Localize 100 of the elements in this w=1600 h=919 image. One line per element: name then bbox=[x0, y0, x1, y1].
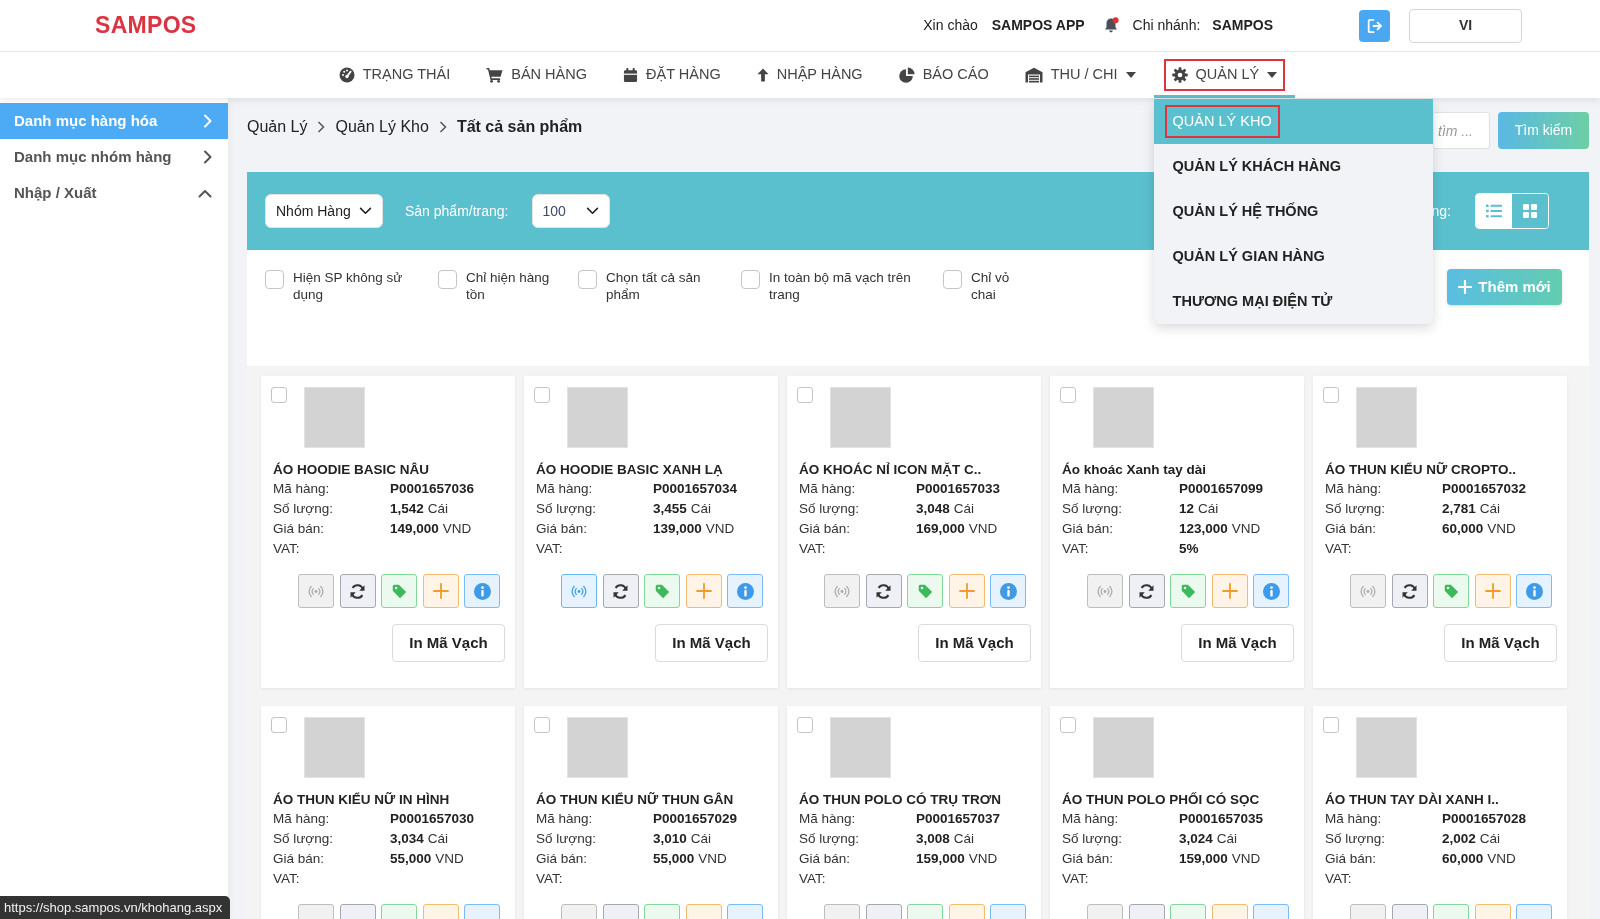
print-barcode-button[interactable]: In Mã Vạch bbox=[655, 624, 768, 662]
product-checkbox[interactable] bbox=[797, 387, 813, 403]
refresh-icon bbox=[612, 582, 629, 600]
menu-item[interactable]: QUẢN LÝ GIAN HÀNG bbox=[1153, 234, 1433, 279]
field-label: Số lượng: bbox=[536, 500, 597, 518]
list-view-button[interactable] bbox=[1476, 194, 1512, 228]
product-name: ÁO THUN KIỂU NỮ CROPTO.. bbox=[1325, 461, 1517, 479]
nav-tab[interactable]: NHẬP HÀNG bbox=[738, 52, 881, 98]
broadcast-button[interactable] bbox=[298, 574, 334, 608]
print-barcode-button[interactable]: In Mã Vạch bbox=[1444, 624, 1557, 662]
tag-icon bbox=[1443, 583, 1459, 599]
refresh-button[interactable] bbox=[865, 574, 902, 608]
broadcast-button[interactable] bbox=[1350, 574, 1386, 608]
product-checkbox[interactable] bbox=[534, 387, 550, 403]
tag-button[interactable] bbox=[381, 574, 417, 608]
checkbox-label[interactable]: Chỉ vỏ chai bbox=[971, 269, 1017, 303]
field-unit: VND bbox=[1231, 520, 1261, 538]
refresh-button[interactable] bbox=[1391, 574, 1428, 608]
logout-button[interactable] bbox=[1359, 9, 1390, 42]
product-checkbox[interactable] bbox=[1060, 387, 1076, 403]
nav-tab[interactable]: TRẠNG THÁI bbox=[320, 52, 469, 98]
field-value: 3,455 bbox=[653, 500, 687, 518]
field-label: Số lượng: bbox=[273, 830, 334, 848]
field-value: 55,000 bbox=[653, 850, 695, 868]
product-checkbox[interactable] bbox=[271, 717, 287, 733]
field-label: VAT: bbox=[1325, 540, 1353, 558]
add-stock-button[interactable] bbox=[1474, 574, 1511, 608]
product-checkbox[interactable] bbox=[1323, 717, 1339, 733]
refresh-icon bbox=[349, 582, 366, 600]
field-label: Mã hàng: bbox=[536, 480, 594, 498]
broadcast-button[interactable] bbox=[1087, 574, 1123, 608]
product-name: ÁO THUN POLO CÓ TRỤ TRƠN bbox=[799, 791, 1002, 809]
info-button[interactable] bbox=[1516, 574, 1552, 608]
field-label: Mã hàng: bbox=[799, 810, 857, 828]
product-checkbox[interactable] bbox=[1323, 387, 1339, 403]
add-stock-button[interactable] bbox=[422, 574, 459, 608]
nav-tab[interactable]: BÁN HÀNG bbox=[468, 52, 606, 98]
sidebar-item[interactable]: Nhập / Xuất bbox=[0, 175, 228, 211]
grid-icon bbox=[1523, 204, 1537, 218]
nav-tab[interactable]: BÁO CÁO bbox=[880, 52, 1007, 98]
field-unit: Cái bbox=[427, 830, 449, 848]
group-select[interactable]: Nhóm Hàng bbox=[265, 194, 383, 228]
field-value: 3,010 bbox=[653, 830, 687, 848]
product-checkbox[interactable] bbox=[534, 717, 550, 733]
product-checkbox[interactable] bbox=[797, 717, 813, 733]
info-button[interactable] bbox=[464, 574, 500, 608]
nav-tab[interactable]: THU / CHI bbox=[1006, 52, 1154, 98]
info-button[interactable] bbox=[1253, 574, 1289, 608]
field-value: P0001657037 bbox=[916, 810, 1001, 828]
print-barcode-button[interactable]: In Mã Vạch bbox=[918, 624, 1031, 662]
add-stock-button[interactable] bbox=[1211, 574, 1248, 608]
add-stock-button[interactable] bbox=[685, 574, 722, 608]
plus-icon bbox=[1484, 583, 1501, 599]
checkbox-label[interactable]: Chọn tất cả sản phẩm bbox=[606, 269, 710, 303]
print-barcode-button[interactable]: In Mã Vạch bbox=[1181, 624, 1294, 662]
refresh-button[interactable] bbox=[339, 574, 376, 608]
product-checkbox[interactable] bbox=[271, 387, 287, 403]
product-checkbox[interactable] bbox=[1060, 717, 1076, 733]
field-label: VAT: bbox=[1325, 870, 1353, 888]
tag-button[interactable] bbox=[1433, 574, 1469, 608]
page-size-select[interactable]: 100 bbox=[531, 194, 610, 228]
field-value: 139,000 bbox=[653, 520, 702, 538]
print-barcode-button[interactable]: In Mã Vạch bbox=[392, 624, 505, 662]
option-checkbox[interactable] bbox=[578, 270, 597, 289]
field-value: P0001657028 bbox=[1442, 810, 1527, 828]
language-button[interactable]: VI bbox=[1409, 8, 1522, 43]
checkbox-label[interactable]: Hiện SP không sử dụng bbox=[293, 269, 411, 303]
add-stock-button[interactable] bbox=[948, 574, 985, 608]
checkbox-label[interactable]: Chỉ hiện hàng tồn bbox=[466, 269, 556, 303]
product-name: Áo khoác Xanh tay dài bbox=[1062, 461, 1208, 479]
sidebar-item[interactable]: Danh mục nhóm hàng bbox=[0, 139, 228, 175]
checkbox-label[interactable]: In toàn bộ mã vạch trên trang bbox=[769, 269, 919, 303]
search-field[interactable]: tìm ... bbox=[1434, 112, 1490, 149]
refresh-button[interactable] bbox=[1128, 574, 1165, 608]
chevron-right-icon bbox=[438, 120, 447, 133]
refresh-button[interactable] bbox=[602, 574, 639, 608]
option-checkbox[interactable] bbox=[265, 270, 284, 289]
bell-icon[interactable] bbox=[1102, 17, 1119, 34]
option-checkbox[interactable] bbox=[741, 270, 760, 289]
field-label: VAT: bbox=[536, 870, 564, 888]
tag-button[interactable] bbox=[907, 574, 943, 608]
nav-tab[interactable]: ĐẶT HÀNG bbox=[605, 52, 739, 98]
option-checkbox[interactable] bbox=[438, 270, 457, 289]
product-name: ÁO THUN KIỂU NỮ IN HÌNH bbox=[273, 791, 451, 809]
breadcrumb-link[interactable]: Quản Lý Kho bbox=[335, 114, 429, 139]
tag-button[interactable] bbox=[644, 574, 680, 608]
brand-logo[interactable]: SAMPOS bbox=[95, 8, 197, 43]
broadcast-button[interactable] bbox=[824, 574, 860, 608]
menu-item[interactable]: THƯƠNG MẠI ĐIỆN TỬ bbox=[1153, 279, 1433, 324]
field-unit: VND bbox=[1487, 520, 1516, 538]
info-button[interactable] bbox=[727, 574, 763, 608]
refresh-icon bbox=[1138, 582, 1155, 600]
field-label: VAT: bbox=[799, 540, 827, 558]
info-button[interactable] bbox=[990, 574, 1026, 608]
broadcast-button[interactable] bbox=[561, 574, 597, 608]
menu-item[interactable]: QUẢN LÝ HỆ THỐNG bbox=[1153, 189, 1433, 234]
breadcrumb-link[interactable]: Quản Lý bbox=[247, 114, 308, 139]
menu-item[interactable]: QUẢN LÝ KHÁCH HÀNG bbox=[1153, 144, 1433, 189]
option-checkbox[interactable] bbox=[943, 270, 962, 289]
tag-button[interactable] bbox=[1170, 574, 1206, 608]
